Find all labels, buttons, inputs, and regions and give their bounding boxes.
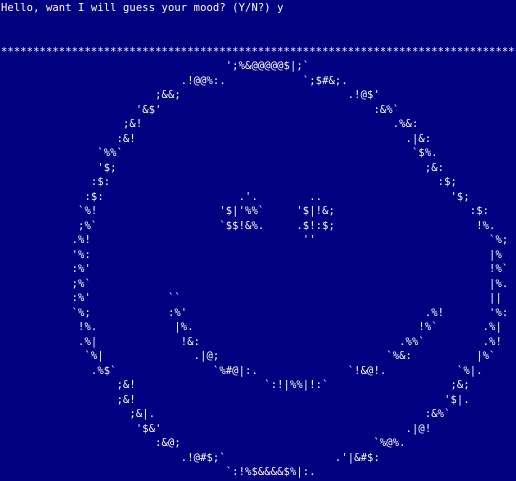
console-line: '%: |%: [1, 248, 502, 261]
console-line: .!@@%:. `;$#&;.: [1, 74, 348, 87]
console-line: `%; :%' .%! '%:: [1, 306, 509, 319]
console-line: ;%` |%.: [1, 277, 509, 290]
console-window[interactable]: Hello, want I will guess your mood? (Y/N…: [0, 0, 516, 481]
console-line: .%$` `%#@|:. `!&@!. `%|.: [1, 364, 483, 377]
console-line: `%| .|@; `%&: |%`: [1, 350, 496, 362]
console-line: ;&|. :&%`: [1, 408, 451, 420]
console-line: ';%&@@@@@$|;`: [1, 60, 310, 72]
console-line: '&$' :&%`: [1, 103, 400, 116]
console-line: ;&! '$|.: [1, 393, 470, 406]
console-line: ;&! `:!|%%|!:` ;&;: [1, 379, 470, 391]
console-line: '$&' .|@!: [1, 422, 432, 435]
console-line: !%. |%. !%` .%|: [1, 321, 502, 333]
console-line: `:!%$&&&&$%|:.: [1, 466, 316, 478]
console-line: ;&! .%&:: [1, 118, 419, 130]
console-line: ;&&; .!@$': [1, 89, 380, 101]
prompt-line: Hello, want I will guess your mood? (Y/N…: [1, 2, 284, 14]
console-line: .%! '' `%;: [1, 234, 509, 246]
console-line: ****************************************…: [1, 45, 516, 58]
console-line: .!@#$;` .'|&#$:: [1, 451, 380, 464]
console-line: :&! .|&:: [1, 132, 432, 145]
console-line: `%%` `$%.: [1, 147, 438, 159]
console-output: Hello, want I will guess your mood? (Y/N…: [1, 1, 516, 481]
console-line: :$: :$;: [1, 176, 457, 188]
console-line: '$; ;&:: [1, 161, 445, 174]
console-line: :%' !%`: [1, 263, 509, 275]
console-line: :%' `` ||: [1, 292, 502, 304]
console-line: ;%` `$$!&%. .$!:$; !%.: [1, 219, 496, 232]
console-line: `%! '$|'%%` '$|!&; :$:: [1, 205, 490, 217]
console-line: .%| !&: .%%` .%!: [1, 335, 502, 348]
console-line: :&@; `%@%.: [1, 437, 406, 449]
console-line: :$: .'. .. '$;: [1, 190, 470, 203]
